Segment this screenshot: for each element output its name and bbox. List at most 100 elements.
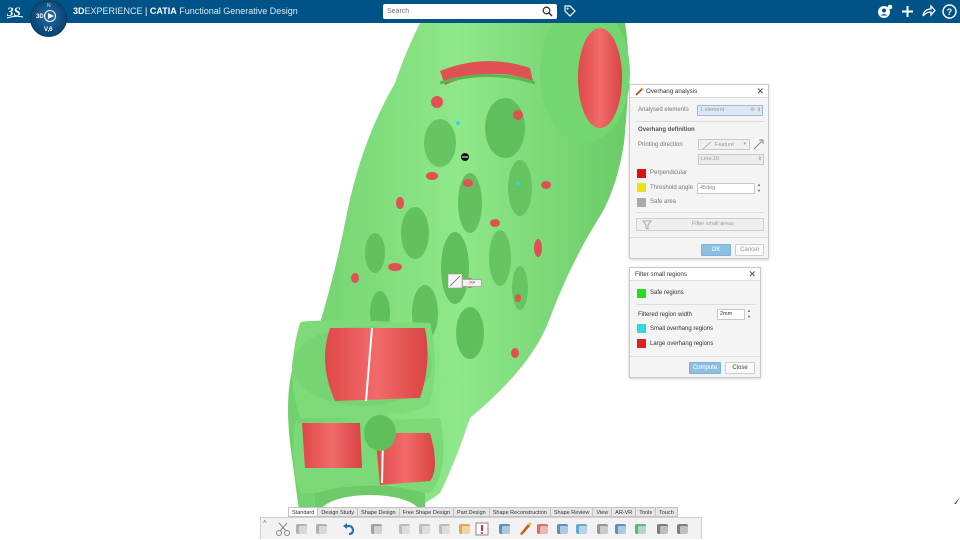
cut-icon[interactable] <box>275 521 291 537</box>
bottom-ring-overhang <box>302 423 362 468</box>
filter-small-areas-button[interactable]: Filter small areas <box>636 218 764 231</box>
dialog-title: Filter small regions <box>635 271 687 278</box>
threshold-angle-label: Threshold angle <box>650 185 694 191</box>
safe-regions-label: Safe regions <box>650 290 684 296</box>
overhang-analysis-icon <box>635 87 644 96</box>
undo-icon[interactable] <box>341 521 357 537</box>
select-icon[interactable] <box>369 521 385 537</box>
action-bar: ˄ <box>260 517 702 539</box>
add-icon[interactable] <box>899 3 916 20</box>
tab-free-shape-design[interactable]: Free Shape Design <box>399 507 454 517</box>
3d-viewport[interactable]: >> <box>0 23 960 518</box>
section-icon[interactable] <box>655 521 671 537</box>
svg-text:?: ? <box>947 7 953 17</box>
geometry-icon[interactable] <box>613 521 629 537</box>
search-box <box>383 4 557 19</box>
title-separator: | <box>142 6 150 16</box>
ok-button[interactable]: OK <box>701 244 731 256</box>
share-icon[interactable] <box>920 3 937 20</box>
search-icon[interactable] <box>542 6 553 17</box>
tab-shape-review[interactable]: Shape Review <box>550 507 594 517</box>
tab-ar-vr[interactable]: AR-VR <box>612 507 637 517</box>
filtered-width-input[interactable]: 2mm <box>717 309 745 320</box>
curvature-icon[interactable] <box>555 521 571 537</box>
dassault-logo-icon[interactable]: 3S <box>6 3 24 20</box>
direction-line-field[interactable]: Line.16 ⇕ <box>698 154 764 165</box>
safe-area-label: Safe area <box>650 199 677 205</box>
spin-down-icon[interactable]: ▼ <box>756 189 762 193</box>
measure-icon[interactable] <box>497 521 513 537</box>
direction-picker-icon[interactable] <box>752 139 764 150</box>
divider <box>636 304 756 305</box>
compute-button[interactable]: Compute <box>689 362 721 374</box>
spin-icon[interactable]: ⇕ <box>758 155 762 163</box>
warning-icon[interactable] <box>474 521 490 537</box>
printing-direction-value: Feature <box>715 142 734 148</box>
copy-icon[interactable] <box>294 521 310 537</box>
large-overhang-label: Large overhang regions <box>650 341 714 347</box>
chevron-down-icon[interactable]: ⇕ <box>757 106 761 114</box>
tab-standard[interactable]: Standard <box>288 507 319 517</box>
user-profile-icon[interactable] <box>877 3 894 20</box>
cancel-button[interactable]: Cancel <box>735 244 764 256</box>
tab-view[interactable]: View <box>593 507 613 517</box>
tab-shape-reconstruction[interactable]: Shape Reconstruction <box>489 507 551 517</box>
tab-part-design[interactable]: Part Design <box>454 507 490 517</box>
safe-area-swatch[interactable] <box>637 198 646 207</box>
paste-icon[interactable] <box>314 521 330 537</box>
tab-shape-design[interactable]: Shape Design <box>358 507 400 517</box>
divider <box>630 356 760 357</box>
close-icon[interactable]: ✕ <box>756 86 764 96</box>
clear-selection-icon[interactable]: ⊗ <box>750 106 755 114</box>
analysed-elements-label: Analysed elements <box>638 107 689 113</box>
generative-design-model[interactable] <box>0 23 960 518</box>
app-window: { "app": { "brand_bold": "3D", "brand_re… <box>0 0 960 540</box>
safe-regions-swatch[interactable] <box>637 289 646 298</box>
printing-direction-select[interactable]: Feature ▾ <box>698 139 750 150</box>
filtered-width-label: Filtered region width <box>638 312 693 318</box>
compass-version: V,6 <box>44 27 53 33</box>
play-icon[interactable] <box>44 10 56 22</box>
tab-touch[interactable]: Touch <box>656 507 678 517</box>
close-icon[interactable]: ✕ <box>748 269 756 279</box>
small-overhang-swatch[interactable] <box>637 324 646 333</box>
spin-up-icon[interactable]: ▲ <box>746 309 752 313</box>
action-bar-tabs: Standard Design Study Shape Design Free Sha… <box>288 507 678 517</box>
tag-icon[interactable] <box>563 4 577 18</box>
help-icon[interactable]: ? <box>941 3 958 20</box>
tab-design-study[interactable]: Design Study <box>318 507 359 517</box>
line-icon[interactable] <box>595 521 611 537</box>
brush-icon[interactable] <box>517 521 533 537</box>
top-bar: 3S 3DEXPERIENCE | CATIA Functional Gener… <box>0 0 960 23</box>
feature-d-icon[interactable] <box>457 521 473 537</box>
brand-bold: 3D <box>73 6 85 16</box>
chevron-down-icon[interactable]: ▾ <box>743 140 746 148</box>
section-title: Overhang definition <box>638 127 695 133</box>
inline-expand-button[interactable]: >> <box>462 279 482 287</box>
perpendicular-swatch[interactable] <box>637 169 646 178</box>
paint-icon[interactable] <box>535 521 551 537</box>
feature-a-icon[interactable] <box>397 521 413 537</box>
direction-line-icon <box>702 141 712 150</box>
arrow-icon[interactable] <box>633 521 649 537</box>
printing-direction-label: Printing direction <box>638 142 683 148</box>
tab-tools[interactable]: Tools <box>636 507 657 517</box>
spin-up-icon[interactable]: ▲ <box>756 183 762 187</box>
threshold-swatch[interactable] <box>637 183 646 192</box>
feature-c-icon[interactable] <box>437 521 453 537</box>
close-button[interactable]: Close <box>725 362 755 374</box>
analysed-elements-field[interactable]: 1 element ⊗ ⇕ <box>697 105 763 116</box>
perpendicular-label: Perpendicular <box>650 170 688 176</box>
compass-widget[interactable]: N 3D V,6 <box>30 0 67 37</box>
view-icon[interactable] <box>675 521 691 537</box>
search-input[interactable] <box>387 5 537 18</box>
shape-icon[interactable] <box>574 521 590 537</box>
threshold-angle-input[interactable]: 45deg <box>697 183 755 194</box>
funnel-icon <box>642 220 652 230</box>
expand-actionbar-icon[interactable]: ˄ <box>263 520 267 526</box>
dialog-titlebar: Filter small regions ✕ <box>630 268 760 281</box>
spin-down-icon[interactable]: ▼ <box>746 315 752 319</box>
large-overhang-swatch[interactable] <box>637 339 646 348</box>
feature-b-icon[interactable] <box>417 521 433 537</box>
compass-3d-label: 3D <box>36 14 44 20</box>
